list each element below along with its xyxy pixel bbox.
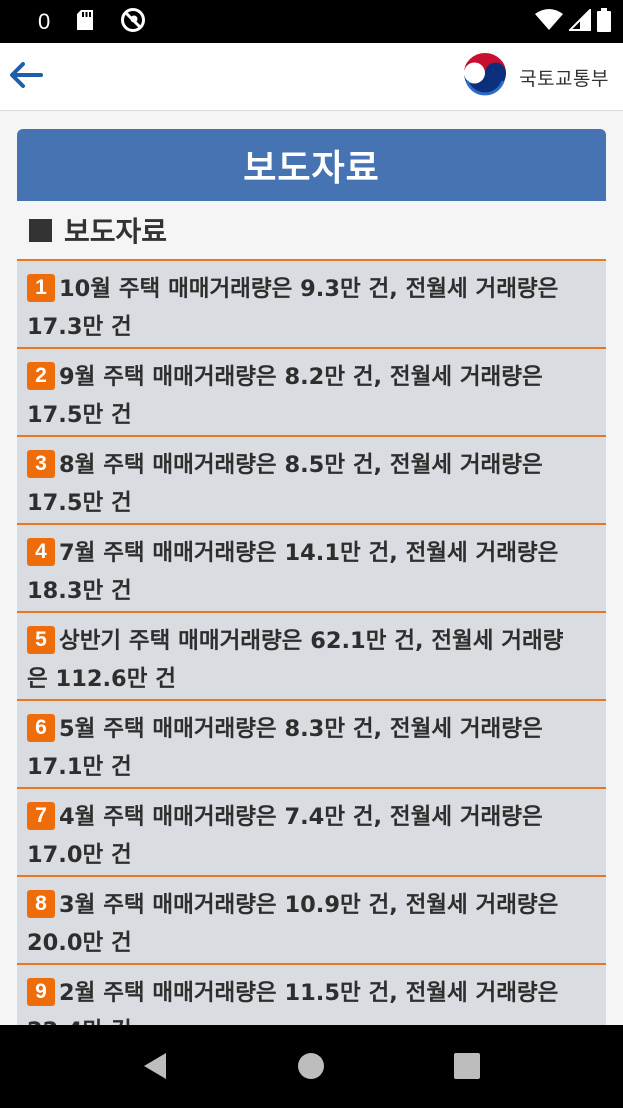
nav-back-button[interactable] [138, 1051, 172, 1085]
battery-icon [597, 8, 611, 36]
wifi-icon [535, 9, 563, 35]
system-nav-bar [0, 1025, 623, 1108]
news-title-line-2: 17.1만 건 [27, 754, 132, 780]
list-item[interactable]: 1 10월 주택 매매거래량은 9.3만 건, 전월세 거래량은 17.3만 건 [17, 261, 606, 349]
news-title-line-1: 1 10월 주택 매매거래량은 9.3만 건, 전월세 거래량은 [27, 270, 596, 308]
nav-recents-button[interactable] [450, 1051, 484, 1085]
signal-icon [567, 7, 591, 35]
app-header: 국토교통부 [0, 43, 623, 111]
ministry-brand[interactable]: 국토교통부 [461, 51, 609, 103]
page-title-banner: 보도자료 [17, 129, 606, 201]
rank-badge: 3 [27, 449, 55, 478]
rank-badge: 1 [27, 273, 55, 302]
list-item[interactable]: 92월 주택 매매거래량은 11.5만 건, 전월세 거래량은 22.4만 건 [17, 965, 606, 1025]
rank-badge: 8 [27, 889, 55, 918]
rank-badge: 9 [27, 977, 55, 1006]
news-title-line-2: 17.3만 건 [27, 314, 132, 340]
news-title-line-2: 은 112.6만 건 [27, 666, 176, 692]
section-heading: 보도자료 [17, 201, 606, 259]
arrow-left-icon [9, 62, 43, 92]
section-heading-text: 보도자료 [64, 215, 168, 248]
list-item[interactable]: 6 5월 주택 매매거래량은 8.3만 건, 전월세 거래량은 17.1만 건 [17, 701, 606, 789]
rank-badge: 5 [27, 625, 55, 654]
list-item[interactable]: 3 8월 주택 매매거래량은 8.5만 건, 전월세 거래량은 17.5만 건 [17, 437, 606, 525]
news-title-line-1: 3 8월 주택 매매거래량은 8.5만 건, 전월세 거래량은 [27, 446, 596, 484]
rank-badge: 4 [27, 537, 55, 566]
rank-badge: 2 [27, 361, 55, 390]
no-entry-icon [120, 7, 146, 37]
rank-badge: 7 [27, 801, 55, 830]
news-title-line-1: 8 3월 주택 매매거래량은 10.9만 건, 전월세 거래량은 [27, 886, 596, 924]
triangle-back-icon [142, 1051, 168, 1085]
square-recents-icon [454, 1053, 480, 1083]
circle-home-icon [297, 1052, 325, 1084]
taegeuk-logo [461, 51, 509, 103]
news-title-line-1: 7 4월 주택 매매거래량은 7.4만 건, 전월세 거래량은 [27, 798, 596, 836]
rank-badge: 6 [27, 713, 55, 742]
news-title-line-2: 17.0만 건 [27, 842, 132, 868]
list-item[interactable]: 8 3월 주택 매매거래량은 10.9만 건, 전월세 거래량은 20.0만 건 [17, 877, 606, 965]
news-title-line-2: 18.3만 건 [27, 578, 132, 604]
news-list: 1 10월 주택 매매거래량은 9.3만 건, 전월세 거래량은 17.3만 건 … [17, 259, 606, 1025]
ministry-name: 국토교통부 [519, 67, 609, 90]
list-item[interactable]: 5 상반기 주택 매매거래량은 62.1만 건, 전월세 거래량 은 112.6만… [17, 613, 606, 701]
news-title-line-1: 2 9월 주택 매매거래량은 8.2만 건, 전월세 거래량은 [27, 358, 596, 396]
news-title-line-2: 17.5만 건 [27, 402, 132, 428]
main-content: 보도자료 보도자료 1 10월 주택 매매거래량은 9.3만 건, 전월세 거래량… [17, 129, 606, 1025]
notification-count: 0 [38, 9, 51, 34]
news-title-line-1: 5 상반기 주택 매매거래량은 62.1만 건, 전월세 거래량 [27, 622, 596, 660]
page-title: 보도자료 [243, 148, 380, 189]
list-item[interactable]: 2 9월 주택 매매거래량은 8.2만 건, 전월세 거래량은 17.5만 건 [17, 349, 606, 437]
news-title-line-1: 4 7월 주택 매매거래량은 14.1만 건, 전월세 거래량은 [27, 534, 596, 572]
sd-card-icon [76, 9, 94, 35]
news-title-line-1: 6 5월 주택 매매거래량은 8.3만 건, 전월세 거래량은 [27, 710, 596, 748]
back-button[interactable] [6, 57, 46, 97]
list-item[interactable]: 7 4월 주택 매매거래량은 7.4만 건, 전월세 거래량은 17.0만 건 [17, 789, 606, 877]
status-bar: 0 [0, 0, 623, 43]
nav-home-button[interactable] [294, 1051, 328, 1085]
news-title-line-2: 20.0만 건 [27, 930, 132, 956]
news-title-line-1: 9 2월 주택 매매거래량은 11.5만 건, 전월세 거래량은 [27, 974, 596, 1012]
news-title-line-2: 22.4만 건 [27, 1012, 596, 1025]
square-bullet-icon [29, 218, 52, 242]
list-item[interactable]: 4 7월 주택 매매거래량은 14.1만 건, 전월세 거래량은 18.3만 건 [17, 525, 606, 613]
news-title-line-2: 17.5만 건 [27, 490, 132, 516]
